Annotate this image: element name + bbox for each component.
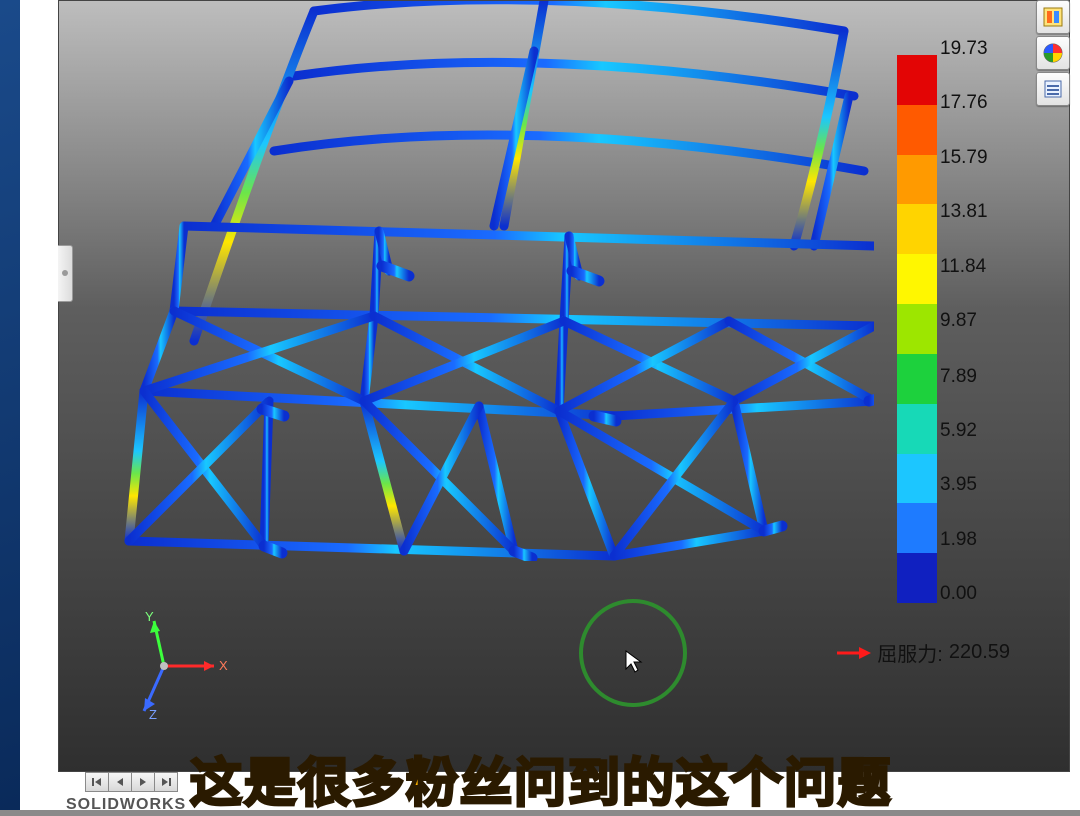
color-options-button[interactable] <box>1036 36 1070 70</box>
app-window: X Y Z <box>20 0 1080 810</box>
stress-legend-labels: 19.73 17.76 15.79 13.81 11.84 9.87 7.89 … <box>940 38 1020 613</box>
feature-tree-collapsed-tab[interactable] <box>58 245 73 302</box>
nav-prev-button[interactable] <box>109 772 132 792</box>
yield-label: 屈服力: <box>877 638 943 667</box>
legend-tick: 5.92 <box>940 420 977 442</box>
legend-tick: 13.81 <box>940 201 988 223</box>
legend-tick: 9.87 <box>940 310 977 332</box>
nav-first-button[interactable] <box>85 772 109 792</box>
plot-toolbar <box>1036 0 1070 108</box>
app-name-label: SOLIDWORKS <box>66 796 186 814</box>
legend-tick: 19.73 <box>940 38 988 60</box>
legend-tick: 11.84 <box>940 256 986 278</box>
coordinate-triad[interactable]: X Y Z <box>119 611 229 721</box>
fea-model[interactable] <box>114 1 874 561</box>
yield-strength-indicator: 屈服力: 220.59 <box>835 638 1010 667</box>
plot-settings-button[interactable] <box>1036 0 1070 34</box>
yield-value: 220.59 <box>949 641 1010 664</box>
legend-tick: 7.89 <box>940 366 977 388</box>
desktop-background-edge <box>0 0 20 810</box>
probe-list-button[interactable] <box>1036 72 1070 106</box>
axis-z-label: Z <box>149 707 157 721</box>
axis-x-label: X <box>219 658 228 673</box>
legend-tick: 15.79 <box>940 147 988 169</box>
nav-next-button[interactable] <box>132 772 155 792</box>
legend-tick: 17.76 <box>940 92 988 114</box>
arrow-right-icon <box>835 643 871 663</box>
stress-legend-colorbar[interactable] <box>897 55 937 603</box>
video-caption-overlay: 这是很多粉丝问到的这个问题 <box>190 741 892 816</box>
legend-tick: 3.95 <box>940 474 977 496</box>
legend-tick: 1.98 <box>940 529 977 551</box>
sheet-nav <box>85 772 178 792</box>
axis-y-label: Y <box>145 611 154 624</box>
mouse-cursor-icon <box>624 649 644 673</box>
legend-tick: 0.00 <box>940 583 977 605</box>
nav-last-button[interactable] <box>155 772 178 792</box>
